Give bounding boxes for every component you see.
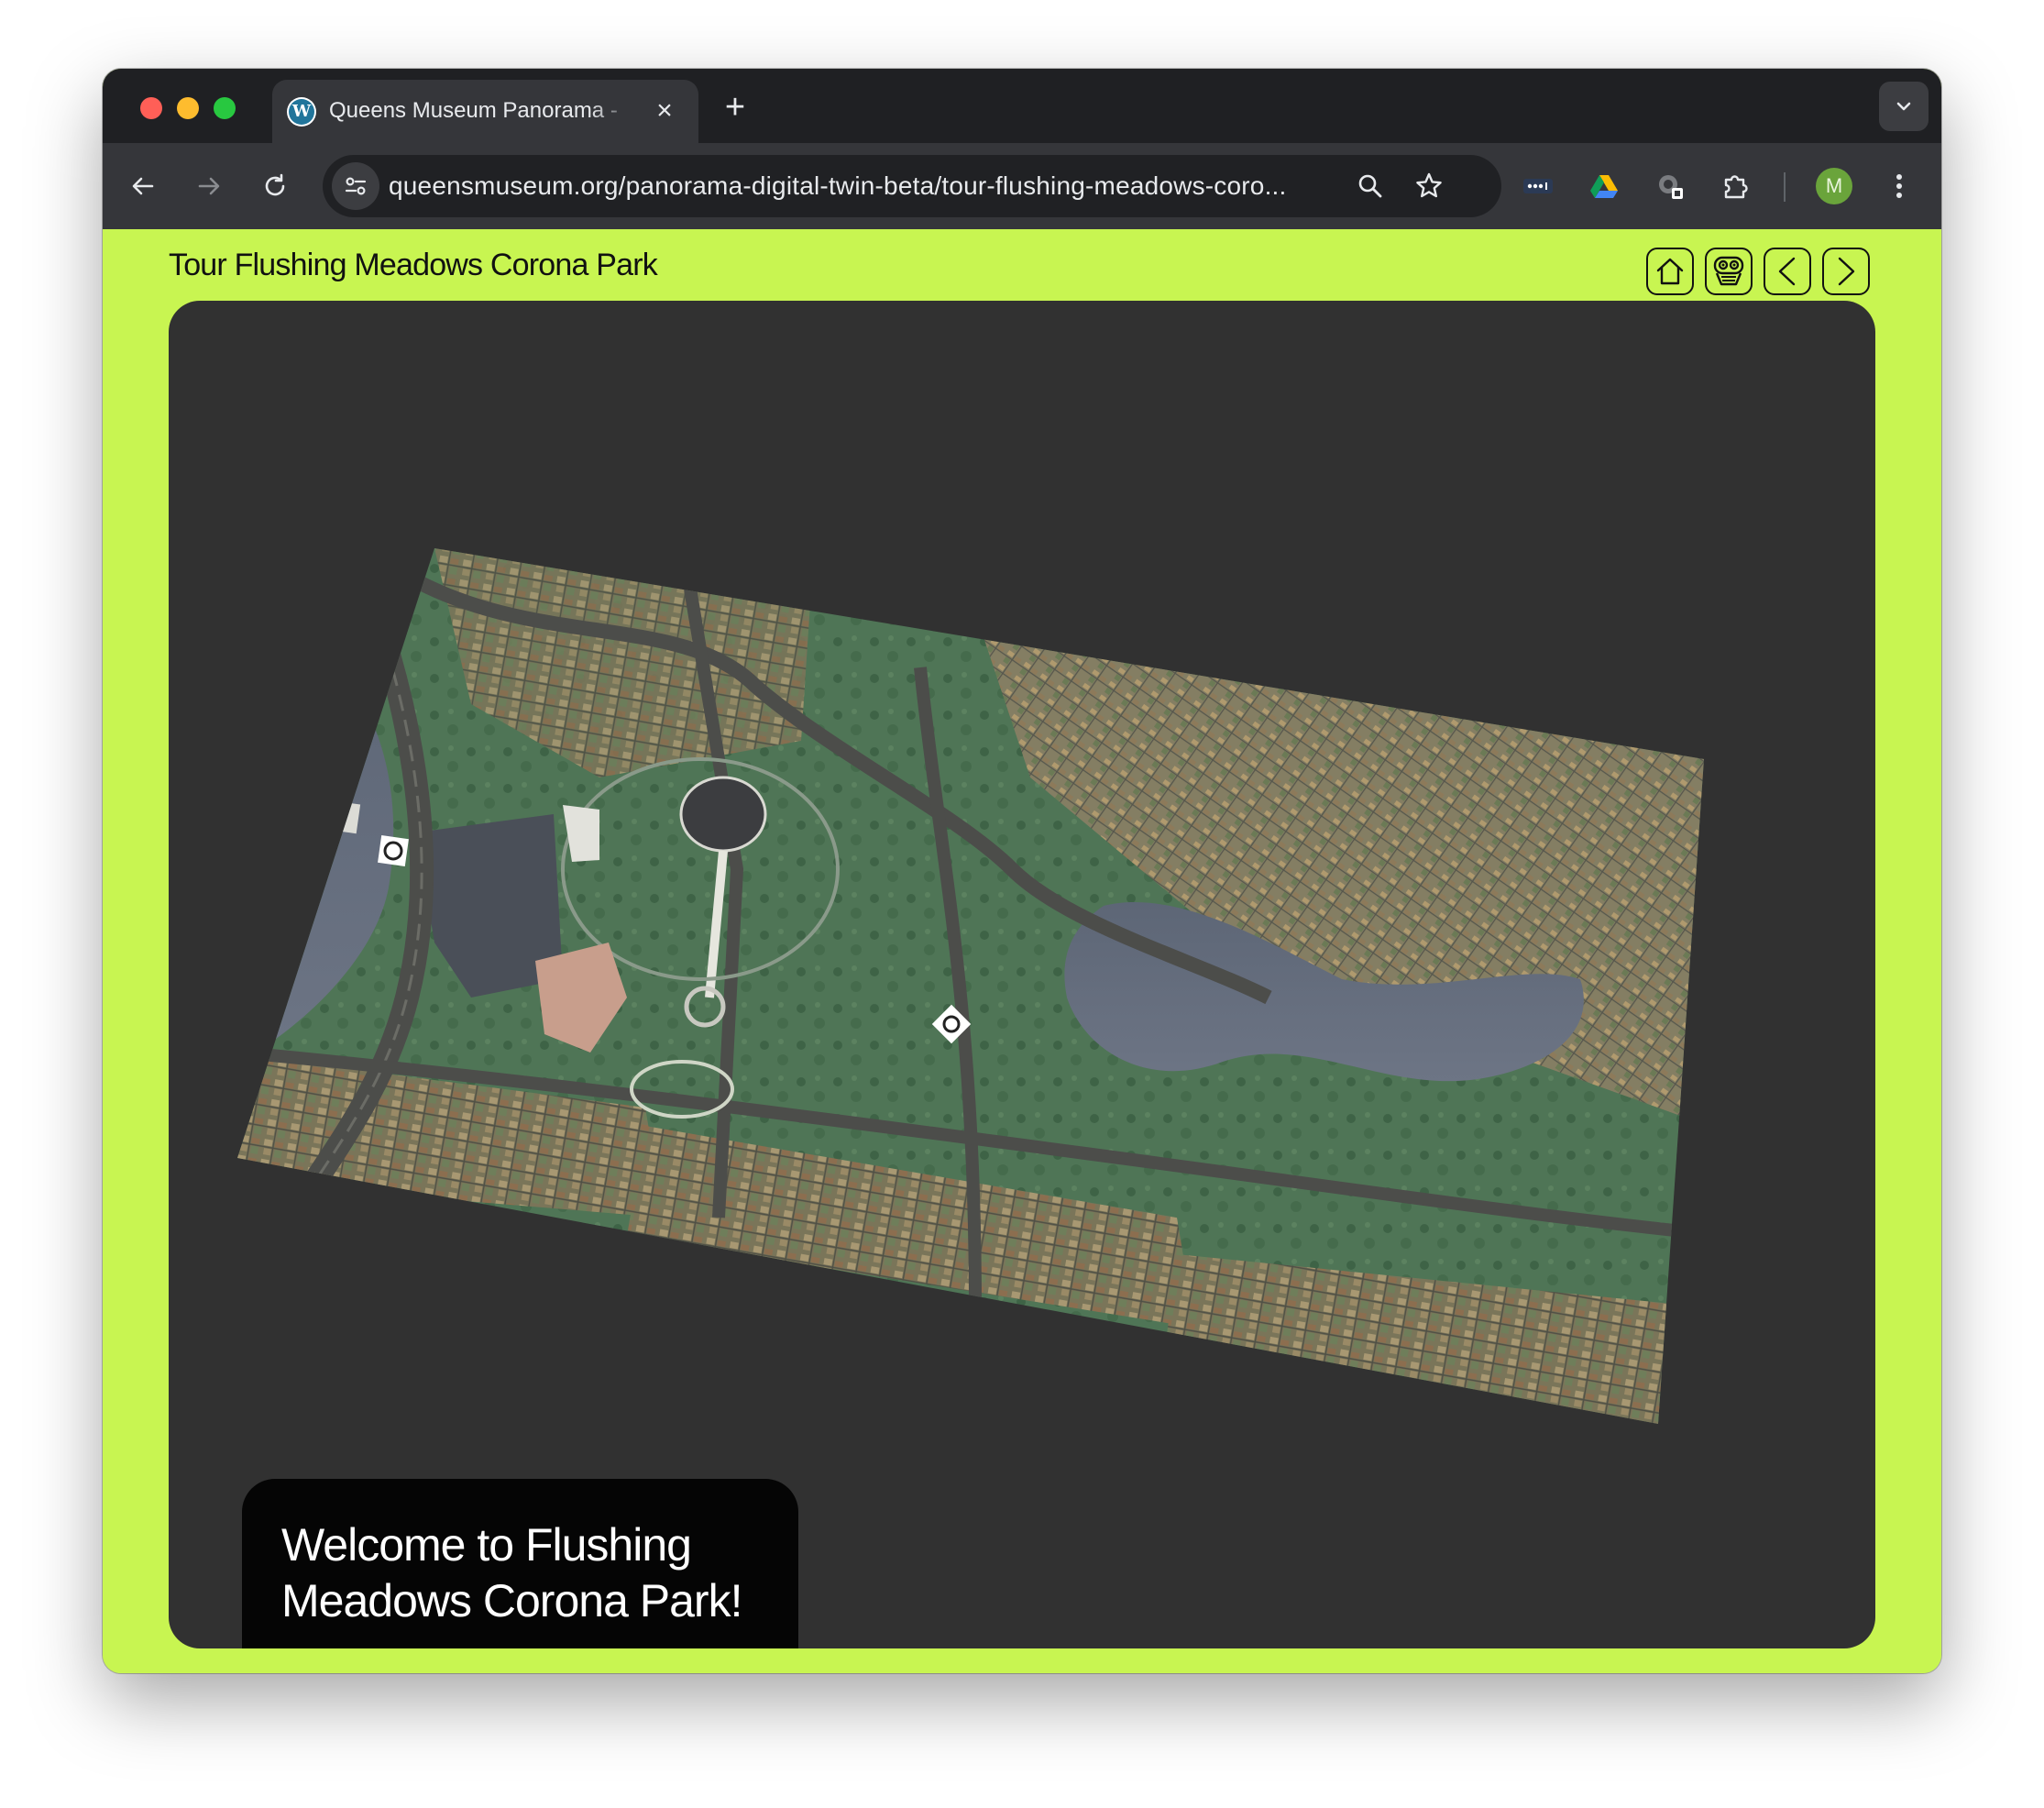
bookmark-button[interactable]: [1410, 167, 1448, 205]
tune-icon: [345, 177, 367, 195]
reload-icon: [265, 173, 285, 196]
next-button[interactable]: [1822, 248, 1870, 295]
favicon-letter: W: [289, 99, 314, 125]
home-button[interactable]: [1646, 248, 1694, 295]
chevron-right-icon: [1838, 257, 1855, 286]
map-surface: [237, 548, 1704, 1424]
minimize-window-button[interactable]: [177, 97, 199, 119]
site-info-button[interactable]: [332, 162, 379, 210]
page-content: Tour Flushing Meadows Corona Park Welcom…: [103, 229, 1941, 1673]
maximize-window-button[interactable]: [214, 97, 236, 119]
welcome-text: Welcome to Flushing Meadows Corona Park!: [281, 1519, 742, 1626]
browser-toolbar: queensmuseum.org/panorama-digital-twin-b…: [103, 143, 1941, 229]
toolbar-divider: [1784, 172, 1786, 202]
reload-button[interactable]: [253, 164, 297, 208]
tab-title: Queens Museum Panorama -: [329, 98, 618, 123]
extension-drive-button[interactable]: [1582, 164, 1626, 208]
tab-close-button[interactable]: ×: [650, 96, 679, 126]
new-tab-button[interactable]: +: [717, 89, 753, 126]
previous-button[interactable]: [1764, 248, 1811, 295]
puzzle-icon: [1724, 175, 1748, 199]
close-window-button[interactable]: [140, 97, 162, 119]
browser-tab[interactable]: W Queens Museum Panorama - ×: [272, 80, 698, 143]
search-icon: [1358, 174, 1382, 198]
profile-avatar[interactable]: M: [1816, 168, 1852, 204]
3d-map-viewer[interactable]: Welcome to Flushing Meadows Corona Park!: [169, 301, 1875, 1648]
extension-puzzle-badge-icon: [1659, 175, 1683, 199]
welcome-card: Welcome to Flushing Meadows Corona Park!: [242, 1479, 798, 1648]
arrow-right-icon: [198, 177, 220, 195]
guide-button[interactable]: [1705, 248, 1753, 295]
robot-face-icon: [1713, 256, 1744, 286]
browser-window: W Queens Museum Panorama - × + queensmus…: [103, 69, 1941, 1673]
tab-strip: W Queens Museum Panorama - × +: [103, 69, 1941, 143]
url-text[interactable]: queensmuseum.org/panorama-digital-twin-b…: [389, 171, 1324, 203]
wordpress-icon: W: [287, 97, 316, 127]
chevron-down-icon: [1896, 102, 1911, 111]
back-button[interactable]: [121, 164, 165, 208]
park-map-model[interactable]: [169, 301, 1875, 1648]
google-drive-icon: [1590, 175, 1618, 198]
tab-search-button[interactable]: [1879, 82, 1929, 131]
star-icon: [1416, 172, 1442, 198]
extension-cast-button[interactable]: [1648, 164, 1692, 208]
chevron-left-icon: [1778, 257, 1796, 286]
browser-menu-button[interactable]: [1877, 164, 1921, 208]
extensions-button[interactable]: [1714, 164, 1758, 208]
home-icon: [1656, 258, 1684, 285]
page-title: Tour Flushing Meadows Corona Park: [169, 248, 658, 282]
more-vertical-icon: [1896, 174, 1902, 198]
extension-password-button[interactable]: [1516, 164, 1560, 208]
location-marker-icon[interactable]: [378, 835, 409, 866]
zoom-button[interactable]: [1351, 167, 1390, 205]
address-bar[interactable]: queensmuseum.org/panorama-digital-twin-b…: [323, 155, 1501, 217]
arrow-left-icon: [132, 177, 154, 195]
password-dots-icon: [1523, 179, 1553, 193]
forward-button[interactable]: [187, 164, 231, 208]
